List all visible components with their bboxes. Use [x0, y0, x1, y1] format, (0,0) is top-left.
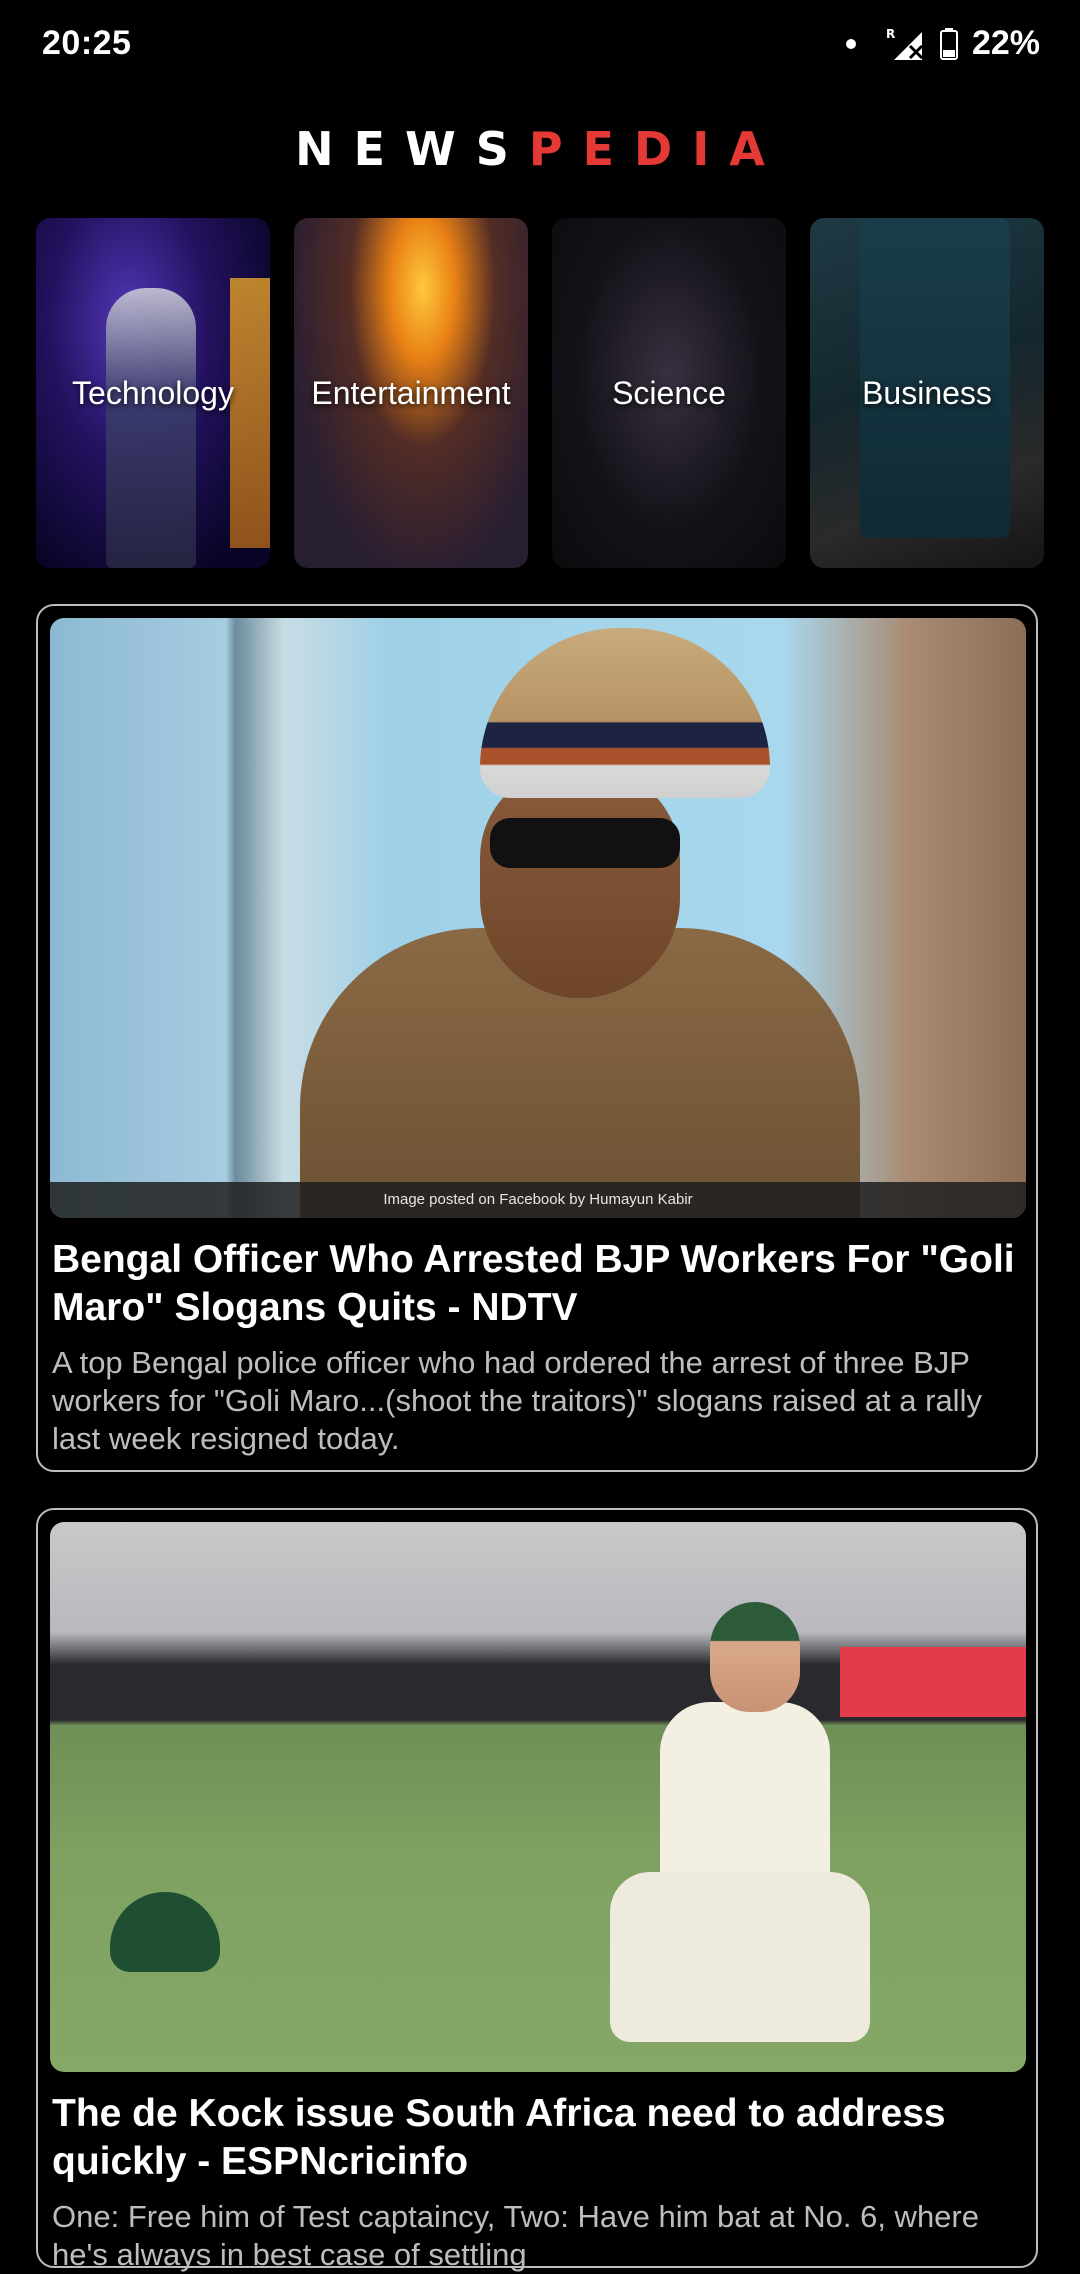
article-card[interactable]: The de Kock issue South Africa need to a…	[36, 1508, 1038, 2272]
battery-icon	[939, 27, 958, 60]
article-image: Image posted on Facebook by Humayun Kabi…	[50, 618, 1026, 1218]
article-image	[50, 1522, 1026, 2072]
photo-detail	[110, 1892, 220, 1972]
photo-detail	[480, 768, 680, 998]
category-entertainment[interactable]: Entertainment	[294, 218, 528, 568]
photo-detail	[610, 1872, 870, 2042]
category-label: Business	[862, 374, 992, 411]
logo-part-pedia: PEDIA	[528, 122, 785, 176]
image-caption: Image posted on Facebook by Humayun Kabi…	[50, 1182, 1026, 1218]
photo-detail	[480, 628, 770, 798]
category-image	[106, 288, 196, 568]
app-logo: NEWSPEDIA	[0, 122, 1080, 176]
category-list: Technology Entertainment Science Busines…	[36, 218, 1044, 568]
category-label: Science	[612, 374, 726, 411]
category-business[interactable]: Business	[810, 218, 1044, 568]
logo-part-news: NEWS	[295, 122, 529, 176]
signal-off-icon: R	[886, 26, 926, 62]
article-title: The de Kock issue South Africa need to a…	[52, 2092, 946, 2183]
photo-detail	[710, 1602, 800, 1712]
article-photo	[50, 1522, 1026, 2072]
article-photo	[50, 618, 1026, 1218]
notification-dot-icon	[845, 38, 856, 49]
category-label: Entertainment	[311, 374, 511, 411]
status-icons: R 22%	[845, 24, 1040, 63]
battery-percent: 22%	[971, 24, 1040, 62]
status-time: 20:25	[42, 24, 132, 62]
article-title: Bengal Officer Who Arrested BJP Workers …	[52, 1238, 1015, 1329]
svg-text:R: R	[886, 27, 895, 41]
article-card[interactable]: Image posted on Facebook by Humayun Kabi…	[36, 604, 1038, 1472]
photo-detail	[490, 818, 680, 868]
category-label: Technology	[72, 374, 234, 411]
status-bar: 20:25 R 22%	[0, 0, 1080, 90]
article-description: One: Free him of Test captaincy, Two: Ha…	[52, 2199, 979, 2272]
category-science[interactable]: Science	[552, 218, 786, 568]
photo-detail	[610, 1582, 870, 2052]
article-description: A top Bengal police officer who had orde…	[52, 1345, 982, 1456]
category-technology[interactable]: Technology	[36, 218, 270, 568]
